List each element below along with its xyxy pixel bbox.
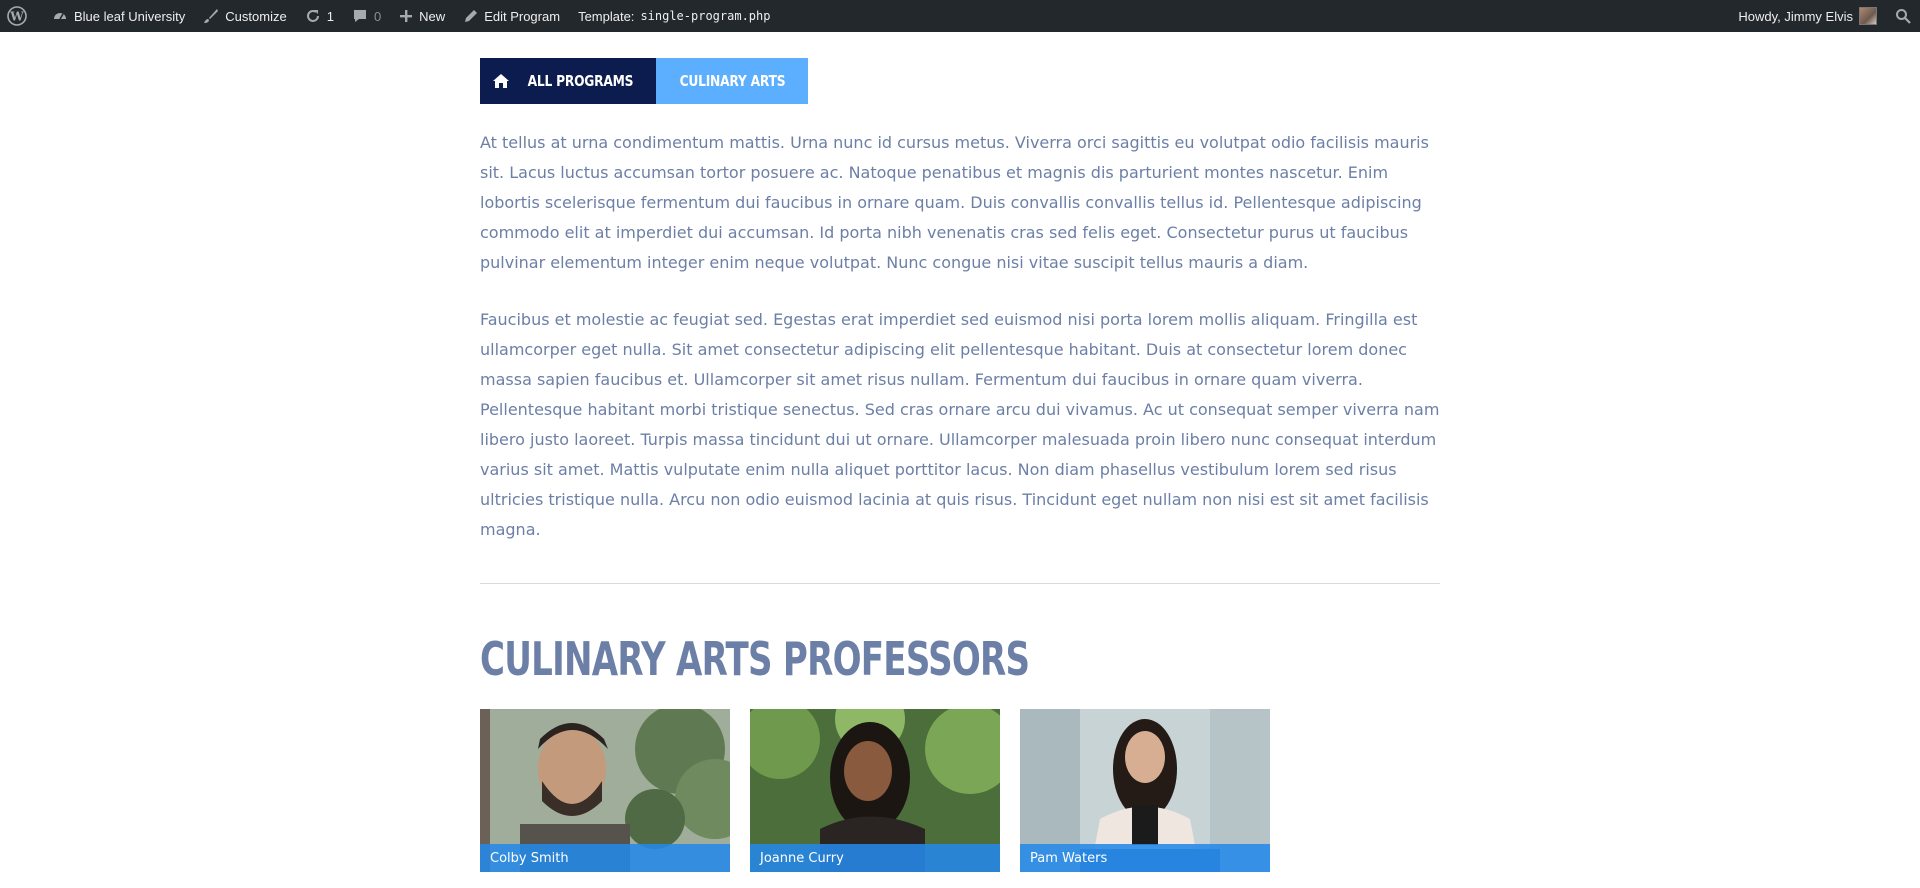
customize-label: Customize: [225, 8, 287, 24]
svg-text:W: W: [9, 10, 24, 24]
divider: [480, 583, 1440, 584]
edit-program-label: Edit Program: [484, 8, 561, 24]
admin-bar: W Blue leaf University Customize 1 0 New…: [0, 0, 1920, 32]
brush-icon: [203, 8, 219, 24]
avatar: [1859, 7, 1877, 25]
admin-bar-right: Howdy, Jimmy Elvis: [1729, 0, 1920, 32]
breadcrumb: ALL PROGRAMS CULINARY ARTS: [480, 58, 808, 104]
edit-program-link[interactable]: Edit Program: [454, 0, 569, 32]
admin-bar-left: W Blue leaf University Customize 1 0 New…: [0, 0, 779, 32]
updates-count: 1: [326, 8, 334, 24]
my-account-link[interactable]: Howdy, Jimmy Elvis: [1729, 0, 1886, 32]
all-programs-label: ALL PROGRAMS: [527, 72, 633, 90]
professor-name: Pam Waters: [1020, 844, 1270, 872]
wordpress-menu[interactable]: W: [0, 0, 43, 32]
wordpress-icon: W: [7, 6, 27, 26]
search-button[interactable]: [1886, 0, 1920, 32]
program-paragraph-2: Faucibus et molestie ac feugiat sed. Ege…: [480, 310, 1440, 539]
site-name-link[interactable]: Blue leaf University: [43, 0, 194, 32]
updates-link[interactable]: 1: [296, 0, 343, 32]
professor-name: Colby Smith: [480, 844, 730, 872]
search-icon: [1895, 8, 1911, 24]
pencil-icon: [463, 9, 478, 24]
current-program-label: CULINARY ARTS: [679, 72, 785, 90]
professor-card[interactable]: Pam Waters: [1020, 709, 1270, 872]
template-label: Template:: [578, 8, 635, 24]
comment-icon: [352, 8, 368, 24]
comments-link[interactable]: 0: [343, 0, 390, 32]
professor-list: Colby Smith Joanne Curry Pam Waters: [480, 709, 1270, 872]
updates-icon: [305, 8, 321, 24]
all-programs-button[interactable]: ALL PROGRAMS: [480, 58, 656, 104]
plus-icon: [399, 9, 413, 23]
professor-card[interactable]: Joanne Curry: [750, 709, 1000, 872]
comments-count: 0: [373, 8, 382, 24]
new-label: New: [419, 8, 446, 24]
dashboard-icon: [52, 8, 68, 24]
professors-heading: CULINARY ARTS PROFESSORS: [480, 632, 1030, 686]
greeting: Howdy, Jimmy Elvis: [1738, 8, 1853, 24]
template-info[interactable]: Template: single-program.php: [569, 0, 779, 32]
current-program-badge: CULINARY ARTS: [656, 58, 808, 104]
professor-name: Joanne Curry: [750, 844, 1000, 872]
template-file: single-program.php: [640, 9, 771, 23]
site-name: Blue leaf University: [74, 8, 186, 24]
new-content-link[interactable]: New: [390, 0, 454, 32]
customize-link[interactable]: Customize: [194, 0, 295, 32]
program-paragraph-1: At tellus at urna condimentum mattis. Ur…: [480, 133, 1429, 272]
home-icon: [492, 73, 510, 89]
professor-card[interactable]: Colby Smith: [480, 709, 730, 872]
